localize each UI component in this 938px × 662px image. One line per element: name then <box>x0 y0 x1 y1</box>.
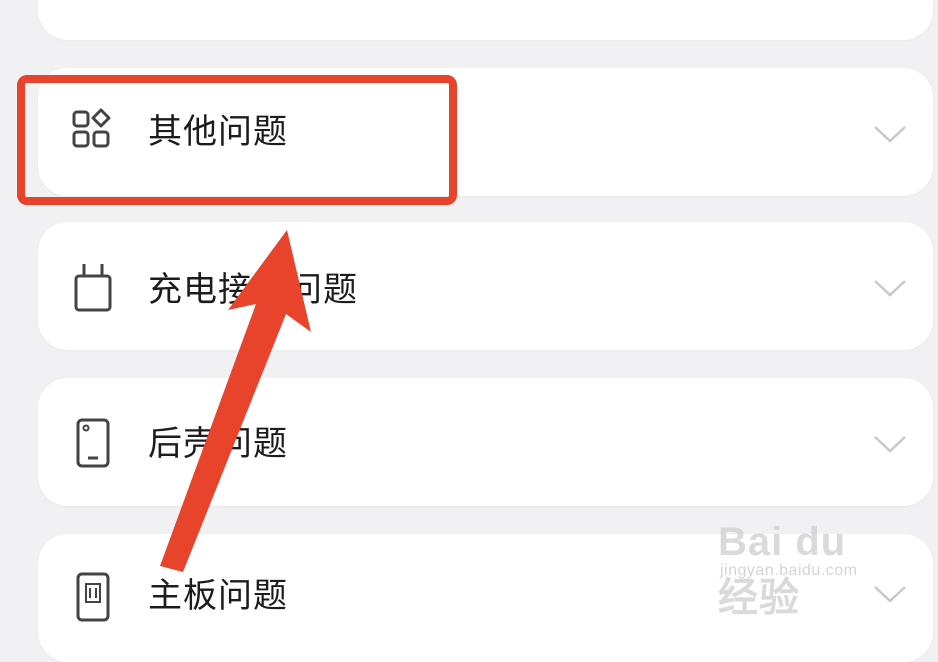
watermark-url: jingyan.baidu.com <box>720 562 858 579</box>
baidu-jingyan-watermark: Bai du 经验 jingyan.baidu.com <box>718 500 898 620</box>
